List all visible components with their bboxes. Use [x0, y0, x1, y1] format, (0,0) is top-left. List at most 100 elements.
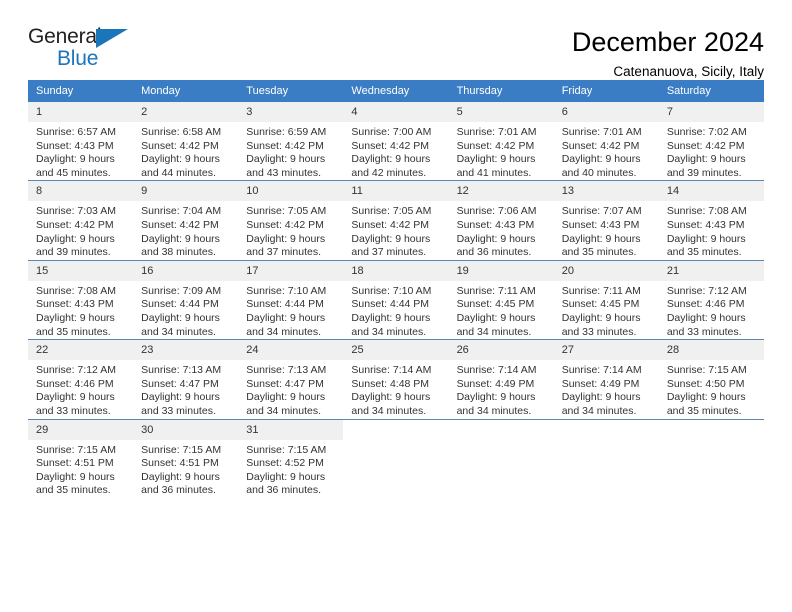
- calendar-day-cell[interactable]: 11 Sunrise: 7:05 AM Sunset: 4:42 PM Dayligh…: [343, 180, 449, 261]
- day-number: 8: [28, 181, 134, 202]
- daylight-duration-line1: Daylight: 9 hours: [246, 153, 326, 166]
- calendar-day-cell[interactable]: 6 Sunrise: 7:01 AM Sunset: 4:42 PM Daylight…: [553, 102, 659, 181]
- calendar-day-cell[interactable]: 16 Sunrise: 7:09 AM Sunset: 4:44 PM Dayligh…: [133, 259, 239, 340]
- calendar-day-cell[interactable]: 12 Sunrise: 7:06 AM Sunset: 4:43 PM Dayligh…: [448, 180, 554, 261]
- sunrise-time: Sunrise: 7:08 AM: [36, 284, 116, 297]
- sunrise-time: Sunrise: 6:59 AM: [246, 126, 327, 138]
- sunset-time: Sunset: 4:49 PM: [456, 377, 535, 390]
- calendar-day-cell[interactable]: 30 Sunrise: 7:15 AM Sunset: 4:51 PM Dayligh…: [133, 418, 239, 498]
- day-cell-inner: 20 Sunrise: 7:11 AM Sunset: 4:45 PM Dayligh…: [553, 260, 659, 339]
- day-sun-info: Sunrise: 7:11 AM Sunset: 4:45 PM Daylight:…: [449, 281, 554, 339]
- day-sun-info: Sunrise: 7:12 AM Sunset: 4:46 PM Daylight:…: [28, 360, 133, 418]
- daylight-duration-line2: and 33 minutes.: [666, 325, 742, 338]
- calendar-day-cell[interactable]: 13 Sunrise: 7:07 AM Sunset: 4:43 PM Dayligh…: [553, 180, 659, 261]
- calendar-day-cell[interactable]: 1 Sunrise: 6:57 AM Sunset: 4:43 PM Daylight…: [28, 102, 134, 181]
- sunset-time: Sunset: 4:45 PM: [456, 298, 535, 311]
- sunset-time: Sunset: 4:43 PM: [666, 218, 745, 231]
- day-number: 15: [28, 260, 134, 281]
- day-cell-inner: 31 Sunrise: 7:15 AM Sunset: 4:52 PM Dayligh…: [238, 419, 344, 498]
- calendar-day-cell[interactable]: 9 Sunrise: 7:04 AM Sunset: 4:42 PM Daylight…: [133, 180, 239, 261]
- calendar-day-cell[interactable]: 3 Sunrise: 6:59 AM Sunset: 4:42 PM Daylight…: [238, 102, 344, 181]
- page-header: General Blue December 2024 Catenanuova, …: [28, 0, 764, 79]
- day-cell-inner: [343, 420, 448, 498]
- sunrise-time: Sunrise: 7:15 AM: [141, 443, 222, 456]
- daylight-duration-line1: Daylight: 9 hours: [141, 311, 220, 324]
- sunset-time: Sunset: 4:47 PM: [246, 377, 324, 390]
- calendar-day-cell[interactable]: 4 Sunrise: 7:00 AM Sunset: 4:42 PM Daylight…: [343, 102, 449, 181]
- sunset-time: Sunset: 4:42 PM: [351, 218, 430, 231]
- daylight-duration-line2: and 38 minutes.: [141, 246, 216, 259]
- day-sun-info: Sunrise: 7:13 AM Sunset: 4:47 PM Daylight:…: [238, 360, 343, 418]
- calendar-day-cell[interactable]: 28 Sunrise: 7:15 AM Sunset: 4:50 PM Dayligh…: [658, 339, 764, 419]
- day-number: 28: [658, 340, 764, 361]
- daylight-duration-line1: Daylight: 9 hours: [456, 391, 536, 404]
- page-subtitle: Catenanuova, Sicily, Italy: [613, 64, 764, 79]
- calendar-day-cell[interactable]: 29 Sunrise: 7:15 AM Sunset: 4:51 PM Dayligh…: [28, 418, 134, 498]
- day-sun-info: Sunrise: 6:59 AM Sunset: 4:42 PM Daylight:…: [238, 122, 343, 180]
- calendar-day-cell[interactable]: 21 Sunrise: 7:12 AM Sunset: 4:46 PM Dayligh…: [658, 259, 764, 340]
- calendar-week-row: 8 Sunrise: 7:03 AM Sunset: 4:42 PM Daylight…: [28, 180, 764, 261]
- sunrise-time: Sunrise: 7:10 AM: [351, 284, 432, 297]
- sunset-time: Sunset: 4:44 PM: [141, 298, 219, 311]
- day-number: 17: [238, 260, 344, 281]
- day-sun-info: Sunrise: 7:08 AM Sunset: 4:43 PM Daylight:…: [659, 201, 764, 259]
- daylight-duration-line2: and 34 minutes.: [456, 325, 532, 338]
- calendar-day-cell: [553, 418, 659, 498]
- calendar-day-cell[interactable]: 22 Sunrise: 7:12 AM Sunset: 4:46 PM Dayligh…: [28, 339, 134, 419]
- daylight-duration-line2: and 36 minutes.: [456, 246, 532, 259]
- calendar-day-cell[interactable]: 25 Sunrise: 7:14 AM Sunset: 4:48 PM Dayligh…: [343, 339, 449, 419]
- weekday-header-monday: Monday: [133, 80, 239, 102]
- day-sun-info: Sunrise: 7:01 AM Sunset: 4:42 PM Daylight:…: [554, 122, 659, 180]
- sunset-time: Sunset: 4:42 PM: [36, 218, 114, 231]
- daylight-duration-line2: and 45 minutes.: [36, 166, 111, 179]
- daylight-duration-line2: and 39 minutes.: [666, 166, 742, 179]
- triangle-icon: [96, 29, 128, 48]
- calendar-day-cell[interactable]: 26 Sunrise: 7:14 AM Sunset: 4:49 PM Dayligh…: [448, 339, 554, 419]
- sunset-time: Sunset: 4:44 PM: [351, 298, 430, 311]
- day-sun-info: Sunrise: 7:10 AM Sunset: 4:44 PM Daylight:…: [238, 281, 343, 339]
- calendar-day-cell[interactable]: 31 Sunrise: 7:15 AM Sunset: 4:52 PM Dayligh…: [238, 418, 344, 498]
- sunrise-time: Sunrise: 7:15 AM: [666, 364, 747, 377]
- daylight-duration-line2: and 33 minutes.: [36, 404, 111, 417]
- day-number: 1: [28, 102, 134, 122]
- calendar-day-cell[interactable]: 10 Sunrise: 7:05 AM Sunset: 4:42 PM Dayligh…: [238, 180, 344, 261]
- daylight-duration-line2: and 34 minutes.: [456, 404, 532, 417]
- calendar-day-cell[interactable]: 27 Sunrise: 7:14 AM Sunset: 4:49 PM Dayligh…: [553, 339, 659, 419]
- day-cell-inner: 19 Sunrise: 7:11 AM Sunset: 4:45 PM Dayligh…: [448, 260, 554, 339]
- calendar-day-cell[interactable]: 20 Sunrise: 7:11 AM Sunset: 4:45 PM Dayligh…: [553, 259, 659, 340]
- day-cell-inner: 6 Sunrise: 7:01 AM Sunset: 4:42 PM Daylight…: [553, 102, 659, 180]
- daylight-duration-line2: and 43 minutes.: [246, 166, 321, 179]
- calendar-day-cell[interactable]: 24 Sunrise: 7:13 AM Sunset: 4:47 PM Dayligh…: [238, 339, 344, 419]
- sunset-time: Sunset: 4:52 PM: [246, 457, 324, 470]
- sunset-time: Sunset: 4:51 PM: [141, 457, 219, 470]
- calendar-day-cell[interactable]: 2 Sunrise: 6:58 AM Sunset: 4:42 PM Daylight…: [133, 102, 239, 181]
- calendar-day-cell[interactable]: 18 Sunrise: 7:10 AM Sunset: 4:44 PM Dayligh…: [343, 259, 449, 340]
- general-blue-logo[interactable]: General Blue: [28, 26, 148, 72]
- day-sun-info: Sunrise: 7:12 AM Sunset: 4:46 PM Daylight:…: [659, 281, 764, 339]
- daylight-duration-line1: Daylight: 9 hours: [36, 232, 115, 245]
- calendar-day-cell[interactable]: 15 Sunrise: 7:08 AM Sunset: 4:43 PM Dayligh…: [28, 259, 134, 340]
- sunset-time: Sunset: 4:48 PM: [351, 377, 430, 390]
- day-cell-inner: 2 Sunrise: 6:58 AM Sunset: 4:42 PM Daylight…: [133, 102, 239, 180]
- calendar-day-cell[interactable]: 14 Sunrise: 7:08 AM Sunset: 4:43 PM Dayligh…: [658, 180, 764, 261]
- day-sun-info: Sunrise: 7:07 AM Sunset: 4:43 PM Daylight:…: [554, 201, 659, 259]
- calendar-day-cell[interactable]: 23 Sunrise: 7:13 AM Sunset: 4:47 PM Dayligh…: [133, 339, 239, 419]
- calendar-day-cell[interactable]: 5 Sunrise: 7:01 AM Sunset: 4:42 PM Daylight…: [448, 102, 554, 181]
- calendar-day-cell[interactable]: 19 Sunrise: 7:11 AM Sunset: 4:45 PM Dayligh…: [448, 259, 554, 340]
- logo-text-blue: Blue: [57, 47, 99, 70]
- daylight-duration-line2: and 35 minutes.: [666, 404, 742, 417]
- calendar-day-cell[interactable]: 8 Sunrise: 7:03 AM Sunset: 4:42 PM Daylight…: [28, 180, 134, 261]
- day-number: 5: [448, 102, 554, 122]
- daylight-duration-line2: and 37 minutes.: [351, 246, 427, 259]
- sunrise-time: Sunrise: 7:06 AM: [456, 205, 537, 218]
- sunset-time: Sunset: 4:46 PM: [666, 298, 745, 311]
- calendar-day-cell[interactable]: 17 Sunrise: 7:10 AM Sunset: 4:44 PM Dayligh…: [238, 259, 344, 340]
- sunrise-time: Sunrise: 7:14 AM: [456, 364, 537, 377]
- day-number: 3: [238, 102, 344, 122]
- calendar-day-cell[interactable]: 7 Sunrise: 7:02 AM Sunset: 4:42 PM Daylight…: [658, 102, 764, 181]
- day-cell-inner: 3 Sunrise: 6:59 AM Sunset: 4:42 PM Daylight…: [238, 102, 344, 180]
- sunset-time: Sunset: 4:42 PM: [246, 218, 324, 231]
- sunset-time: Sunset: 4:44 PM: [246, 298, 324, 311]
- day-number: 26: [448, 340, 554, 361]
- daylight-duration-line2: and 39 minutes.: [36, 246, 111, 259]
